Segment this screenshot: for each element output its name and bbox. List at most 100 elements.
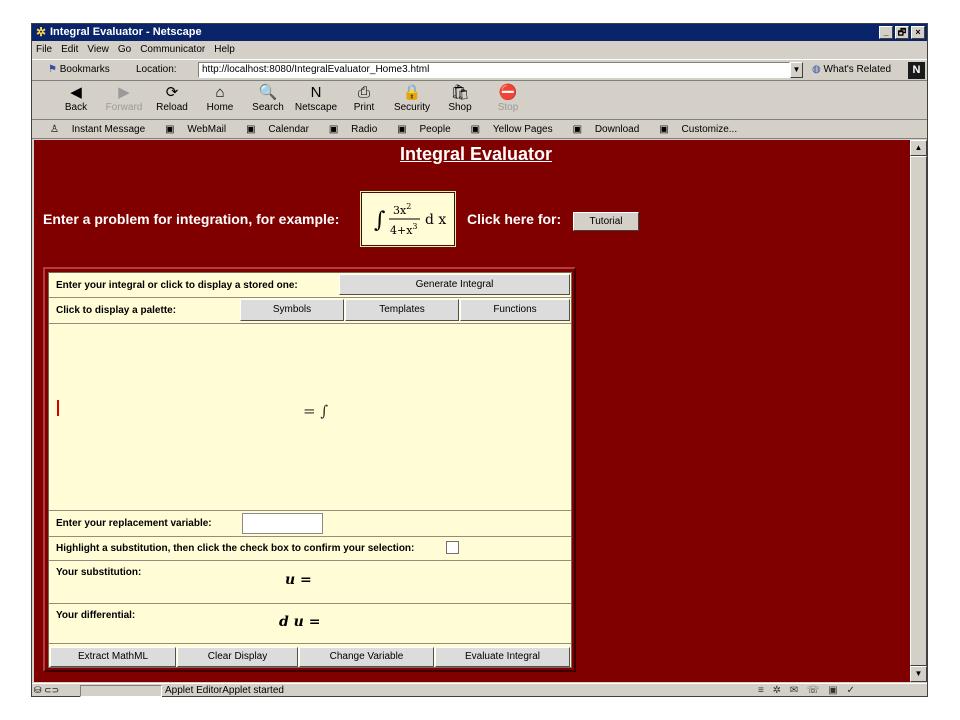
- personal-toolbar: ♙ Instant Message ▣ WebMail ▣ Calendar ▣…: [32, 121, 927, 139]
- personal-item-webmail[interactable]: ▣ WebMail: [165, 124, 236, 135]
- personal-item-download[interactable]: ▣ Download: [573, 124, 650, 135]
- stop-button[interactable]: ⛔ Stop: [484, 82, 532, 119]
- replacement-label: Enter your replacement variable:: [56, 518, 212, 529]
- differential-row: Your differential: d u =: [49, 604, 571, 644]
- whats-related-button[interactable]: ◍ What's Related: [812, 64, 891, 75]
- url-dropdown-icon[interactable]: ▼: [790, 62, 803, 78]
- toolbar-label: Forward: [105, 102, 143, 113]
- personal-item-label: Download: [594, 124, 640, 135]
- personal-item-calendar[interactable]: ▣ Calendar: [246, 124, 319, 135]
- differential-label: Your differential:: [56, 610, 136, 621]
- netscape-logo-icon: N: [908, 62, 925, 79]
- toolbar-label: Shop: [448, 102, 472, 113]
- menu-edit[interactable]: Edit: [61, 44, 78, 55]
- bookmark-page-icon: ▣: [470, 124, 483, 135]
- personal-item-people[interactable]: ▣ People: [397, 124, 460, 135]
- forward-button[interactable]: ▶ Forward: [100, 82, 148, 119]
- differential-value: d u =: [279, 614, 321, 630]
- netscape-button[interactable]: N Netscape: [292, 82, 340, 119]
- generate-integral-button[interactable]: Generate Integral: [339, 274, 570, 295]
- toolbar-label: Back: [64, 102, 88, 113]
- clear-display-button[interactable]: Clear Display: [177, 647, 298, 667]
- whats-related-label: What's Related: [823, 64, 892, 75]
- reload-button[interactable]: ⟳ Reload: [148, 82, 196, 119]
- location-label: Location:: [136, 64, 177, 75]
- home-button[interactable]: ⌂ Home: [196, 82, 244, 119]
- shop-button[interactable]: 🛍 Shop: [436, 82, 484, 119]
- personal-item-label: WebMail: [187, 124, 227, 135]
- search-icon: 🔍: [258, 84, 278, 101]
- evaluate-integral-button[interactable]: Evaluate Integral: [435, 647, 570, 667]
- personal-item-radio[interactable]: ▣ Radio: [329, 124, 387, 135]
- replacement-variable-input[interactable]: [242, 513, 323, 534]
- replacement-row: Enter your replacement variable:: [49, 511, 571, 537]
- shop-icon: 🛍: [450, 84, 470, 101]
- personal-item-label: Yellow Pages: [492, 124, 553, 135]
- integral-row: Enter your integral or click to display …: [49, 273, 571, 298]
- templates-button[interactable]: Templates: [345, 299, 459, 321]
- highlight-label: Highlight a substitution, then click the…: [56, 543, 415, 554]
- component-bar-icons[interactable]: ≡ ✲ ✉ ☏ ▣ ✓: [758, 684, 858, 698]
- minimize-button[interactable]: _: [879, 26, 893, 39]
- toolbar-label: Security: [393, 102, 431, 113]
- security-button[interactable]: 🔒 Security: [388, 82, 436, 119]
- menu-communicator[interactable]: Communicator: [140, 44, 205, 55]
- personal-item-yellow-pages[interactable]: ▣ Yellow Pages: [471, 124, 563, 135]
- applet-inner: Enter your integral or click to display …: [48, 272, 572, 668]
- menu-file[interactable]: File: [36, 44, 52, 55]
- text-cursor: [57, 400, 59, 416]
- substitution-label: Your substitution:: [56, 567, 142, 578]
- netscape-app-icon: ✲: [35, 25, 47, 39]
- functions-button[interactable]: Functions: [460, 299, 570, 321]
- toolbar-label: Stop: [497, 102, 519, 113]
- bookmark-page-icon: ▣: [328, 124, 342, 135]
- palette-label: Click to display a palette:: [56, 305, 177, 316]
- math-editor[interactable]: = ∫: [49, 324, 571, 511]
- bookmarks-label: Bookmarks: [59, 64, 110, 75]
- substitution-value: u =: [285, 572, 312, 588]
- print-icon: ⎙: [357, 84, 370, 101]
- example-numerator: 3x2: [393, 202, 411, 217]
- maximize-button[interactable]: 🗗: [895, 26, 909, 39]
- integral-applet: Enter your integral or click to display …: [43, 267, 576, 672]
- change-variable-button[interactable]: Change Variable: [299, 647, 434, 667]
- menu-bar: File Edit View Go Communicator Help: [32, 41, 927, 58]
- personal-item-label: Calendar: [268, 124, 309, 135]
- highlight-row: Highlight a substitution, then click the…: [49, 537, 571, 561]
- extract-mathml-button[interactable]: Extract MathML: [50, 647, 176, 667]
- whats-related-icon: ◍: [812, 64, 824, 75]
- personal-item-label: People: [419, 124, 451, 135]
- print-button[interactable]: ⎙ Print: [340, 82, 388, 119]
- back-button[interactable]: ◀ Back: [52, 82, 100, 119]
- menu-go[interactable]: Go: [118, 44, 131, 55]
- toolbar-label: Print: [353, 102, 375, 113]
- personal-item-label: Customize...: [681, 124, 738, 135]
- bookmark-page-icon: ▣: [165, 124, 178, 135]
- connection-status-icon: ⛁ ⊂⊃: [34, 685, 60, 695]
- scroll-down-icon[interactable]: ▼: [910, 666, 927, 682]
- lock-icon: 🔒: [402, 84, 422, 101]
- integral-label: Enter your integral or click to display …: [56, 280, 298, 291]
- palette-row: Click to display a palette: Symbols Temp…: [49, 298, 571, 324]
- scroll-up-icon[interactable]: ▲: [910, 140, 927, 156]
- location-toolbar: ⚑ Bookmarks Location: http://localhost:8…: [32, 59, 927, 81]
- personal-item-customize[interactable]: ▣ Customize...: [659, 124, 747, 135]
- bookmark-page-icon: ▣: [659, 124, 672, 135]
- stop-icon: ⛔: [498, 84, 518, 101]
- bookmarks-button[interactable]: ⚑ Bookmarks: [48, 64, 110, 75]
- url-field[interactable]: http://localhost:8080/IntegralEvaluator_…: [198, 62, 790, 78]
- menu-view[interactable]: View: [87, 44, 109, 55]
- vertical-scrollbar[interactable]: ▲ ▼: [910, 140, 927, 682]
- scroll-thumb[interactable]: [910, 156, 927, 666]
- confirm-substitution-checkbox[interactable]: [446, 541, 459, 554]
- search-button[interactable]: 🔍 Search: [244, 82, 292, 119]
- menu-help[interactable]: Help: [214, 44, 235, 55]
- close-button[interactable]: ×: [911, 26, 925, 39]
- symbols-button[interactable]: Symbols: [240, 299, 344, 321]
- progress-field: [80, 685, 162, 697]
- personal-item-instant-message[interactable]: ♙ Instant Message: [50, 124, 155, 135]
- back-arrow-icon: ◀: [70, 84, 82, 101]
- page-content: Integral Evaluator Enter a problem for i…: [34, 140, 910, 682]
- tutorial-button[interactable]: Tutorial: [573, 212, 639, 231]
- status-text: Applet EditorApplet started: [165, 685, 284, 696]
